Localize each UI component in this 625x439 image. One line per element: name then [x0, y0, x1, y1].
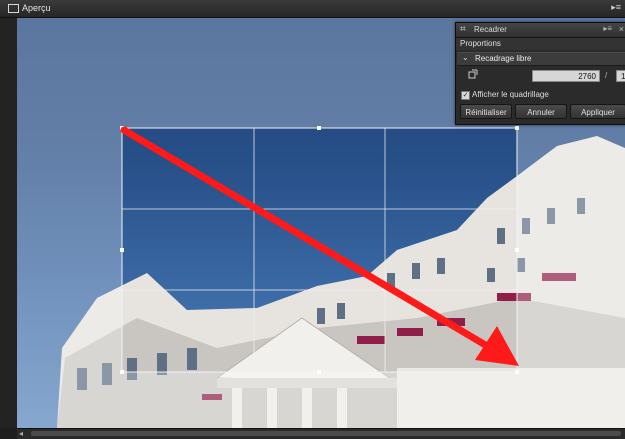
show-grid-checkbox[interactable]: ✓ — [461, 91, 470, 100]
left-gutter — [0, 18, 18, 428]
window-icon — [8, 4, 19, 13]
panel-options-icon[interactable]: ▸≡ — [603, 24, 612, 33]
width-input[interactable]: 2760 — [532, 70, 600, 82]
crop-panel-title: Recadrer — [474, 25, 507, 34]
show-grid-label: Afficher le quadrillage — [472, 90, 549, 99]
crop-panel: ⌗ Recadrer ▸≡ × Proportions ⌄ Recadrage … — [455, 22, 625, 125]
ratio-value: Recadrage libre — [475, 54, 532, 63]
show-grid-option[interactable]: ✓ Afficher le quadrillage — [461, 90, 621, 100]
window-titlebar: Aperçu ▸≡ — [0, 0, 625, 18]
chevron-down-icon: ⌄ — [462, 53, 469, 62]
dimension-separator: / — [605, 71, 608, 80]
panel-menu-icon[interactable]: ▸≡ — [611, 2, 621, 13]
crop-icon: ⌗ — [460, 24, 466, 35]
close-icon[interactable]: × — [619, 24, 624, 34]
scroll-left-icon[interactable]: ◂ — [19, 429, 23, 438]
crop-panel-header: ⌗ Recadrer ▸≡ × — [456, 23, 625, 38]
dimensions-icon — [468, 69, 478, 79]
scrollbar-thumb[interactable] — [31, 431, 621, 436]
horizontal-scrollbar[interactable]: ◂ — [17, 428, 625, 439]
cancel-button[interactable]: Annuler — [515, 104, 567, 119]
ratio-dropdown[interactable]: ⌄ Recadrage libre — [457, 52, 625, 66]
proportions-section: Proportions — [456, 38, 625, 50]
height-input[interactable]: 1690 — [616, 70, 625, 82]
reset-button[interactable]: Réinitialiser — [460, 104, 512, 119]
window-title: Aperçu — [22, 3, 51, 13]
apply-button[interactable]: Appliquer — [570, 104, 625, 119]
image-preview[interactable]: ⌗ Recadrer ▸≡ × Proportions ⌄ Recadrage … — [17, 18, 625, 428]
proportions-label: Proportions — [460, 39, 501, 48]
